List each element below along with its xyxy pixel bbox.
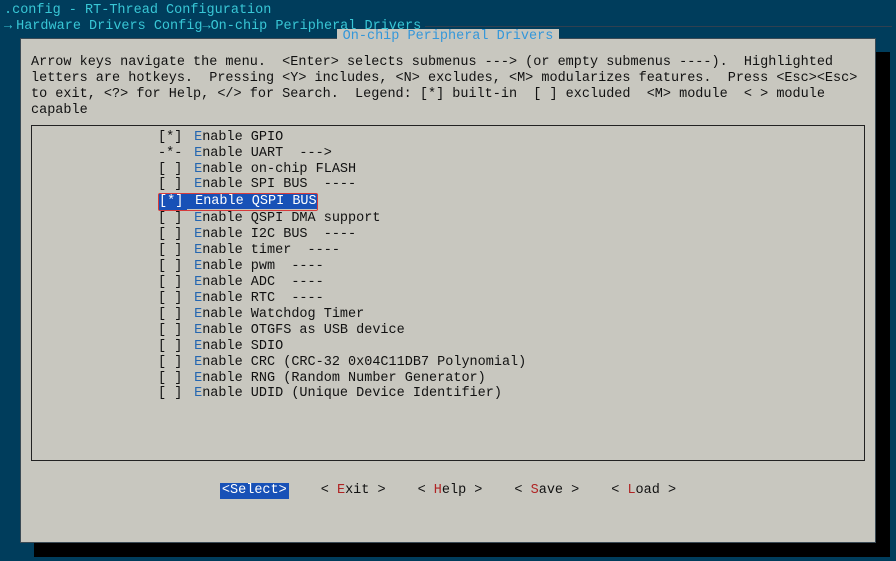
- menu-item-hotkey: E: [186, 291, 202, 306]
- menu-item-label: Enable UDID (Unique Device Identifier): [186, 386, 502, 401]
- menu-item-10[interactable]: [ ] Enable RTC ----: [36, 291, 860, 307]
- menu-item-hotkey: E: [186, 323, 202, 338]
- menu-item-14[interactable]: [ ] Enable CRC (CRC-32 0x04C11DB7 Polyno…: [36, 355, 860, 371]
- menu-item-15[interactable]: [ ] Enable RNG (Random Number Generator): [36, 371, 860, 387]
- menu-item-9[interactable]: [ ] Enable ADC ----: [36, 275, 860, 291]
- menu-item-hotkey: E: [187, 194, 203, 209]
- menu-item-hotkey: E: [186, 386, 202, 401]
- menu-item-mark: -*-: [158, 146, 186, 162]
- menu-item-13[interactable]: [ ] Enable SDIO: [36, 339, 860, 355]
- menu-item-mark: [ ]: [158, 355, 186, 371]
- menu-item-mark: [ ]: [158, 291, 186, 307]
- menu-item-hotkey: E: [186, 130, 202, 145]
- menu-item-label: Enable UART: [186, 146, 283, 161]
- menu-item-suffix: ----: [275, 275, 324, 291]
- select-button[interactable]: <Select>: [220, 483, 289, 499]
- menu-item-hotkey: E: [186, 275, 202, 290]
- save-button[interactable]: < Save >: [514, 483, 579, 499]
- menu-item-1[interactable]: -*- Enable UART --->: [36, 146, 860, 162]
- menu-item-mark: [ ]: [158, 177, 186, 193]
- menu-item-suffix: --->: [283, 146, 332, 162]
- menu-item-hotkey: E: [186, 355, 202, 370]
- menu-item-label: Enable Watchdog Timer: [186, 307, 364, 322]
- menu-item-label: Enable ADC: [186, 275, 275, 290]
- menu-item-label: Enable QSPI BUS: [187, 194, 317, 209]
- menu-item-label: Enable RTC: [186, 291, 275, 306]
- help-button[interactable]: < Help >: [418, 483, 483, 499]
- menu-item-label: Enable GPIO: [186, 130, 283, 145]
- menu-item-hotkey: E: [186, 243, 202, 258]
- breadcrumb-separator: →: [202, 19, 210, 35]
- menu-item-label: Enable QSPI DMA support: [186, 211, 380, 226]
- menu-item-8[interactable]: [ ] Enable pwm ----: [36, 259, 860, 275]
- menu-item-mark: [ ]: [158, 386, 186, 402]
- menu-item-mark: [ ]: [158, 259, 186, 275]
- menu-item-mark: [ ]: [158, 227, 186, 243]
- menu-item-hotkey: E: [186, 162, 202, 177]
- menu-item-label: Enable SDIO: [186, 339, 283, 354]
- breadcrumb-rule: [425, 26, 892, 27]
- menu-item-label: Enable SPI BUS: [186, 177, 308, 192]
- menu-item-3[interactable]: [ ] Enable SPI BUS ----: [36, 177, 860, 193]
- menu-item-suffix: ----: [308, 227, 357, 243]
- selection-highlight-box: [*] Enable QSPI BUS: [158, 193, 318, 211]
- menu-item-suffix: ----: [308, 177, 357, 193]
- exit-button[interactable]: < Exit >: [321, 483, 386, 499]
- menu-item-hotkey: E: [186, 146, 202, 161]
- load-button[interactable]: < Load >: [611, 483, 676, 499]
- menu-item-label: Enable I2C BUS: [186, 227, 308, 242]
- menu-item-suffix: ----: [275, 291, 324, 307]
- breadcrumb-arrow-icon: →: [4, 19, 12, 35]
- menu-item-hotkey: E: [186, 211, 202, 226]
- menu-item-label: Enable timer: [186, 243, 291, 258]
- menu-item-hotkey: E: [186, 177, 202, 192]
- menu-item-hotkey: E: [186, 371, 202, 386]
- main-panel: On-chip Peripheral Drivers Arrow keys na…: [20, 38, 876, 543]
- menu-item-label: Enable pwm: [186, 259, 275, 274]
- menu-item-hotkey: E: [186, 227, 202, 242]
- menu-item-hotkey: E: [186, 339, 202, 354]
- menu-item-2[interactable]: [ ] Enable on-chip FLASH: [36, 162, 860, 178]
- breadcrumb-current: On-chip Peripheral Drivers: [211, 19, 422, 35]
- menu-item-mark: [ ]: [158, 371, 186, 387]
- menu-item-mark: [ ]: [158, 339, 186, 355]
- menu-item-16[interactable]: [ ] Enable UDID (Unique Device Identifie…: [36, 386, 860, 402]
- menu-item-label: Enable OTGFS as USB device: [186, 323, 405, 338]
- menu-item-0[interactable]: [*] Enable GPIO: [36, 130, 860, 146]
- menu-item-7[interactable]: [ ] Enable timer ----: [36, 243, 860, 259]
- menu-item-6[interactable]: [ ] Enable I2C BUS ----: [36, 227, 860, 243]
- menu-item-mark: [ ]: [158, 323, 186, 339]
- menu-item-mark: [ ]: [158, 307, 186, 323]
- menu-item-label: Enable RNG (Random Number Generator): [186, 371, 486, 386]
- button-bar: <Select> < Exit > < Help > < Save > < Lo…: [31, 483, 865, 499]
- breadcrumb-parent: Hardware Drivers Config: [16, 19, 202, 35]
- menu-item-12[interactable]: [ ] Enable OTGFS as USB device: [36, 323, 860, 339]
- menu-item-11[interactable]: [ ] Enable Watchdog Timer: [36, 307, 860, 323]
- menu-item-hotkey: E: [186, 307, 202, 322]
- breadcrumb: → Hardware Drivers Config → On-chip Peri…: [0, 19, 896, 37]
- panel-help-text: Arrow keys navigate the menu. <Enter> se…: [31, 43, 865, 119]
- menu-item-suffix: ----: [291, 243, 340, 259]
- menu-item-mark: [*]: [159, 194, 187, 210]
- menu-item-label: Enable CRC (CRC-32 0x04C11DB7 Polynomial…: [186, 355, 526, 370]
- menu-item-mark: [ ]: [158, 211, 186, 227]
- menu-item-mark: [ ]: [158, 162, 186, 178]
- menu-item-mark: [ ]: [158, 243, 186, 259]
- menu-list[interactable]: [*] Enable GPIO-*- Enable UART --->[ ] E…: [31, 125, 865, 461]
- menu-item-mark: [*]: [158, 130, 186, 146]
- menu-item-mark: [ ]: [158, 275, 186, 291]
- window-title: .config - RT-Thread Configuration: [0, 0, 896, 19]
- menu-item-hotkey: E: [186, 259, 202, 274]
- menu-item-suffix: ----: [275, 259, 324, 275]
- menu-item-5[interactable]: [ ] Enable QSPI DMA support: [36, 211, 860, 227]
- menu-item-label: Enable on-chip FLASH: [186, 162, 356, 177]
- menu-item-4[interactable]: [*] Enable QSPI BUS: [36, 193, 860, 211]
